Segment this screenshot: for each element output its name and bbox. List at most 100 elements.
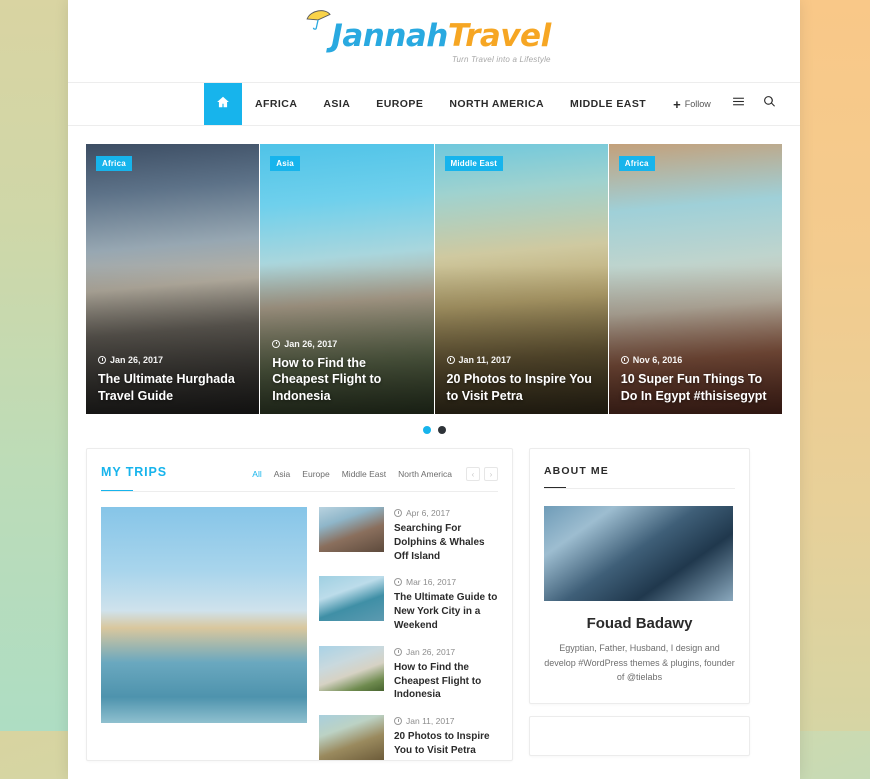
slide-category-badge[interactable]: Asia: [270, 156, 300, 171]
featured-slider: Africa Jan 26, 2017 The Ultimate Hurghad…: [86, 144, 782, 414]
list-item-title: The Ultimate Guide to New York City in a…: [394, 592, 498, 631]
background-gradient-left: [0, 0, 68, 731]
hamburger-menu-icon: [732, 95, 745, 113]
filter-next-button[interactable]: ›: [484, 467, 498, 481]
filter-asia[interactable]: Asia: [274, 469, 291, 479]
about-me-name: Fouad Badawy: [586, 615, 693, 632]
clock-icon: [394, 717, 402, 726]
site-logo[interactable]: Jannah Travel Turn Travel into a Lifesty…: [306, 10, 551, 64]
site-tagline: Turn Travel into a Lifestyle: [452, 55, 551, 64]
about-me-body: Fouad Badawy Egyptian, Father, Husband, …: [530, 490, 749, 703]
list-item[interactable]: Apr 6, 2017 Searching For Dolphins & Wha…: [319, 507, 498, 563]
slide-category-badge[interactable]: Africa: [618, 156, 655, 171]
nav-item-africa[interactable]: AFRICA: [242, 83, 310, 125]
list-item[interactable]: Mar 16, 2017 The Ultimate Guide to New Y…: [319, 576, 498, 632]
nav-item-middle-east[interactable]: MIDDLE EAST: [557, 83, 659, 125]
slide-item[interactable]: Africa Jan 26, 2017 The Ultimate Hurghad…: [86, 144, 260, 414]
list-item-title: Searching For Dolphins & Whales Off Isla…: [394, 523, 485, 562]
about-me-title: ABOUT ME: [544, 465, 609, 477]
slider-dot-2[interactable]: [437, 426, 446, 434]
slide-title: The Ultimate Hurghada Travel Guide: [98, 372, 235, 403]
slide-date: Jan 26, 2017: [98, 355, 247, 365]
slide-item[interactable]: Middle East Jan 11, 2017 20 Photos to In…: [434, 144, 608, 414]
slide-date-text: Jan 11, 2017: [458, 355, 512, 365]
nav-home-button[interactable]: [204, 83, 242, 125]
list-item-text: Jan 26, 2017 How to Find the Cheapest Fl…: [394, 646, 498, 702]
slide-date: Jan 11, 2017: [446, 355, 596, 365]
follow-label: Follow: [684, 99, 711, 109]
list-item-date-text: Jan 11, 2017: [406, 716, 455, 727]
list-item-date-text: Jan 26, 2017: [406, 646, 456, 657]
nav-item-europe[interactable]: EUROPE: [363, 83, 436, 125]
main-navigation: AFRICA ASIA EUROPE NORTH AMERICA MIDDLE …: [68, 82, 800, 126]
filter-prev-button[interactable]: ‹: [466, 467, 480, 481]
slide-item[interactable]: Africa Nov 6, 2016 10 Super Fun Things T…: [608, 144, 782, 414]
clock-icon: [394, 578, 402, 587]
slide-category-badge[interactable]: Africa: [96, 156, 132, 171]
slide-item[interactable]: Asia Jan 26, 2017 How to Find the Cheape…: [260, 144, 434, 414]
logo-wordmark: Jannah Travel: [306, 10, 551, 54]
list-item-date-text: Apr 6, 2017: [406, 508, 450, 518]
my-trips-divider: [101, 491, 498, 492]
slide-date: Nov 6, 2016: [620, 355, 770, 365]
sidebar-widget-next: [529, 715, 750, 756]
list-item-text: Mar 16, 2017 The Ultimate Guide to New Y…: [394, 576, 498, 632]
search-icon: [763, 95, 776, 113]
list-item-thumbnail-hilltop-village: [319, 645, 384, 691]
filter-all[interactable]: All: [252, 469, 261, 479]
umbrella-icon: [305, 8, 331, 30]
slide-meta: Jan 11, 2017 20 Photos to Inspire You to…: [446, 355, 596, 404]
list-item-date-text: Mar 16, 2017: [406, 577, 457, 588]
logo-text-primary: Jannah: [331, 18, 448, 54]
slider-dot-1[interactable]: [422, 426, 431, 434]
slide-category-badge[interactable]: Middle East: [444, 156, 504, 171]
slide-date-text: Jan 26, 2017: [284, 338, 338, 349]
list-item-title: How to Find the Cheapest Flight to Indon…: [394, 661, 482, 701]
list-item-thumbnail-coastal-cliffs: [319, 507, 384, 552]
list-item-date: Jan 11, 2017: [394, 716, 498, 726]
filter-nav-arrows: ‹ ›: [466, 467, 498, 481]
featured-slider-section: Africa Jan 26, 2017 The Ultimate Hurghad…: [68, 126, 800, 448]
filter-europe[interactable]: Europe: [302, 469, 329, 479]
slide-date: Jan 26, 2017: [272, 339, 421, 349]
list-item-date: Mar 16, 2017: [394, 577, 498, 587]
logo-text-secondary: Travel: [447, 18, 551, 54]
page-container: Jannah Travel Turn Travel into a Lifesty…: [68, 0, 800, 779]
background-gradient-right: [800, 0, 870, 731]
nav-item-asia[interactable]: ASIA: [310, 83, 363, 125]
list-item-title: 20 Photos to Inspire You to Visit Petra: [394, 731, 490, 756]
about-me-bio: Egyptian, Father, Husband, I design and …: [544, 643, 735, 683]
featured-trip[interactable]: [101, 507, 307, 760]
nav-item-list: AFRICA ASIA EUROPE NORTH AMERICA MIDDLE …: [242, 83, 785, 125]
clock-icon: [394, 509, 402, 517]
slide-date-text: Jan 26, 2017: [110, 355, 164, 365]
slide-title: How to Find the Cheapest Flight to Indon…: [272, 355, 382, 403]
clock-icon: [394, 647, 402, 656]
about-me-card: ABOUT ME Fouad Badawy Egyptian, Father, …: [529, 448, 750, 704]
hamburger-menu-button[interactable]: [723, 95, 754, 113]
about-me-photo-underwater-diver: [544, 506, 733, 601]
filter-middle-east[interactable]: Middle East: [342, 469, 386, 479]
clock-icon: [620, 356, 629, 364]
follow-button[interactable]: + Follow: [659, 98, 723, 111]
slide-meta: Nov 6, 2016 10 Super Fun Things To Do In…: [620, 355, 770, 404]
slide-date-text: Nov 6, 2016: [632, 355, 683, 365]
filter-north-america[interactable]: North America: [398, 469, 452, 479]
list-item[interactable]: Jan 11, 2017 20 Photos to Inspire You to…: [319, 715, 498, 761]
slide-meta: Jan 26, 2017 How to Find the Cheapest Fl…: [272, 339, 421, 405]
content-area: MY TRIPS All Asia Europe Middle East Nor…: [68, 448, 800, 779]
search-button[interactable]: [754, 95, 785, 113]
slide-title: 10 Super Fun Things To Do In Egypt #this…: [620, 372, 767, 403]
nav-item-north-america[interactable]: NORTH AMERICA: [436, 83, 557, 125]
slide-title: 20 Photos to Inspire You to Visit Petra: [446, 372, 592, 403]
my-trips-title: MY TRIPS: [101, 465, 168, 479]
featured-trip-image-child-beach: [101, 507, 307, 723]
main-column: MY TRIPS All Asia Europe Middle East Nor…: [86, 448, 513, 762]
my-trips-header: MY TRIPS All Asia Europe Middle East Nor…: [87, 449, 512, 481]
home-icon: [216, 95, 230, 114]
site-header: Jannah Travel Turn Travel into a Lifesty…: [68, 0, 800, 82]
list-item-text: Apr 6, 2017 Searching For Dolphins & Wha…: [394, 507, 498, 563]
list-item[interactable]: Jan 26, 2017 How to Find the Cheapest Fl…: [319, 645, 498, 702]
my-trips-body: Apr 6, 2017 Searching For Dolphins & Wha…: [87, 493, 512, 761]
list-item-date: Apr 6, 2017: [394, 508, 498, 518]
